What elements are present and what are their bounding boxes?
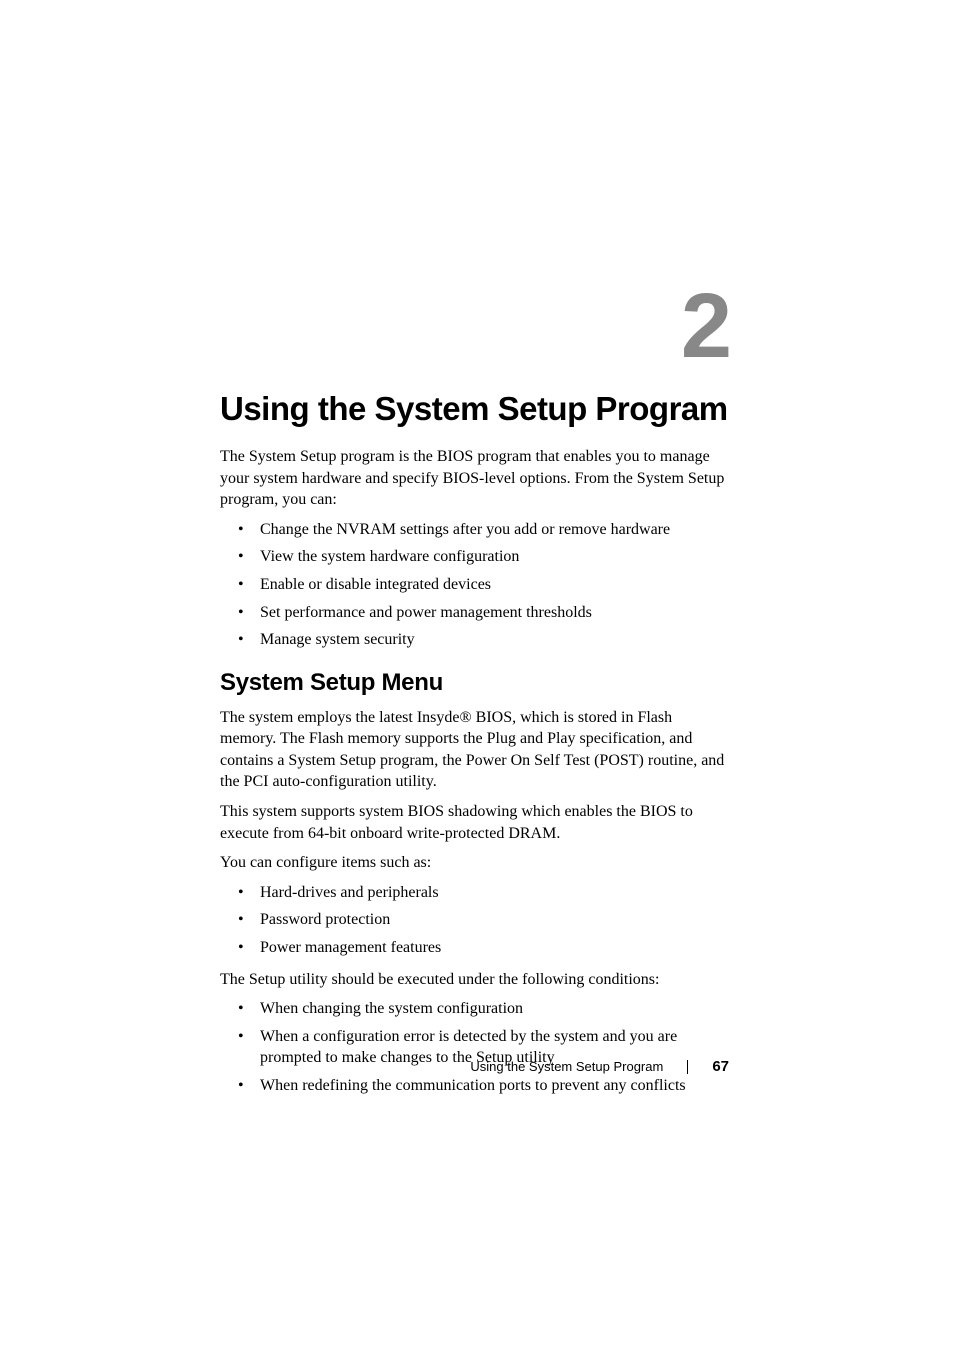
body-paragraph: The Setup utility should be executed und… <box>220 969 730 991</box>
list-item: When redefining the communication ports … <box>220 1075 730 1097</box>
list-item: Password protection <box>220 909 730 931</box>
body-paragraph: You can configure items such as: <box>220 852 730 874</box>
chapter-number: 2 <box>220 280 730 372</box>
list-item: Power management features <box>220 937 730 959</box>
list-item: Set performance and power management thr… <box>220 602 730 624</box>
page-footer: Using the System Setup Program 67 <box>470 1058 729 1075</box>
footer-page-number: 67 <box>712 1058 729 1075</box>
list-item: When changing the system configuration <box>220 998 730 1020</box>
section-heading: System Setup Menu <box>220 669 730 697</box>
config-bullet-list: Hard-drives and peripherals Password pro… <box>220 882 730 959</box>
body-paragraph: This system supports system BIOS shadowi… <box>220 801 730 844</box>
intro-paragraph: The System Setup program is the BIOS pro… <box>220 446 730 511</box>
list-item: Hard-drives and peripherals <box>220 882 730 904</box>
list-item: Manage system security <box>220 629 730 651</box>
intro-bullet-list: Change the NVRAM settings after you add … <box>220 519 730 651</box>
conditions-bullet-list: When changing the system configuration W… <box>220 998 730 1096</box>
list-item: View the system hardware configuration <box>220 546 730 568</box>
content-area: 2 Using the System Setup Program The Sys… <box>220 280 730 1107</box>
body-paragraph: The system employs the latest Insyde® BI… <box>220 707 730 793</box>
footer-section-name: Using the System Setup Program <box>470 1059 663 1074</box>
footer-divider <box>687 1060 688 1074</box>
page: 2 Using the System Setup Program The Sys… <box>0 0 954 1350</box>
list-item: Change the NVRAM settings after you add … <box>220 519 730 541</box>
list-item: Enable or disable integrated devices <box>220 574 730 596</box>
page-title: Using the System Setup Program <box>220 390 730 428</box>
